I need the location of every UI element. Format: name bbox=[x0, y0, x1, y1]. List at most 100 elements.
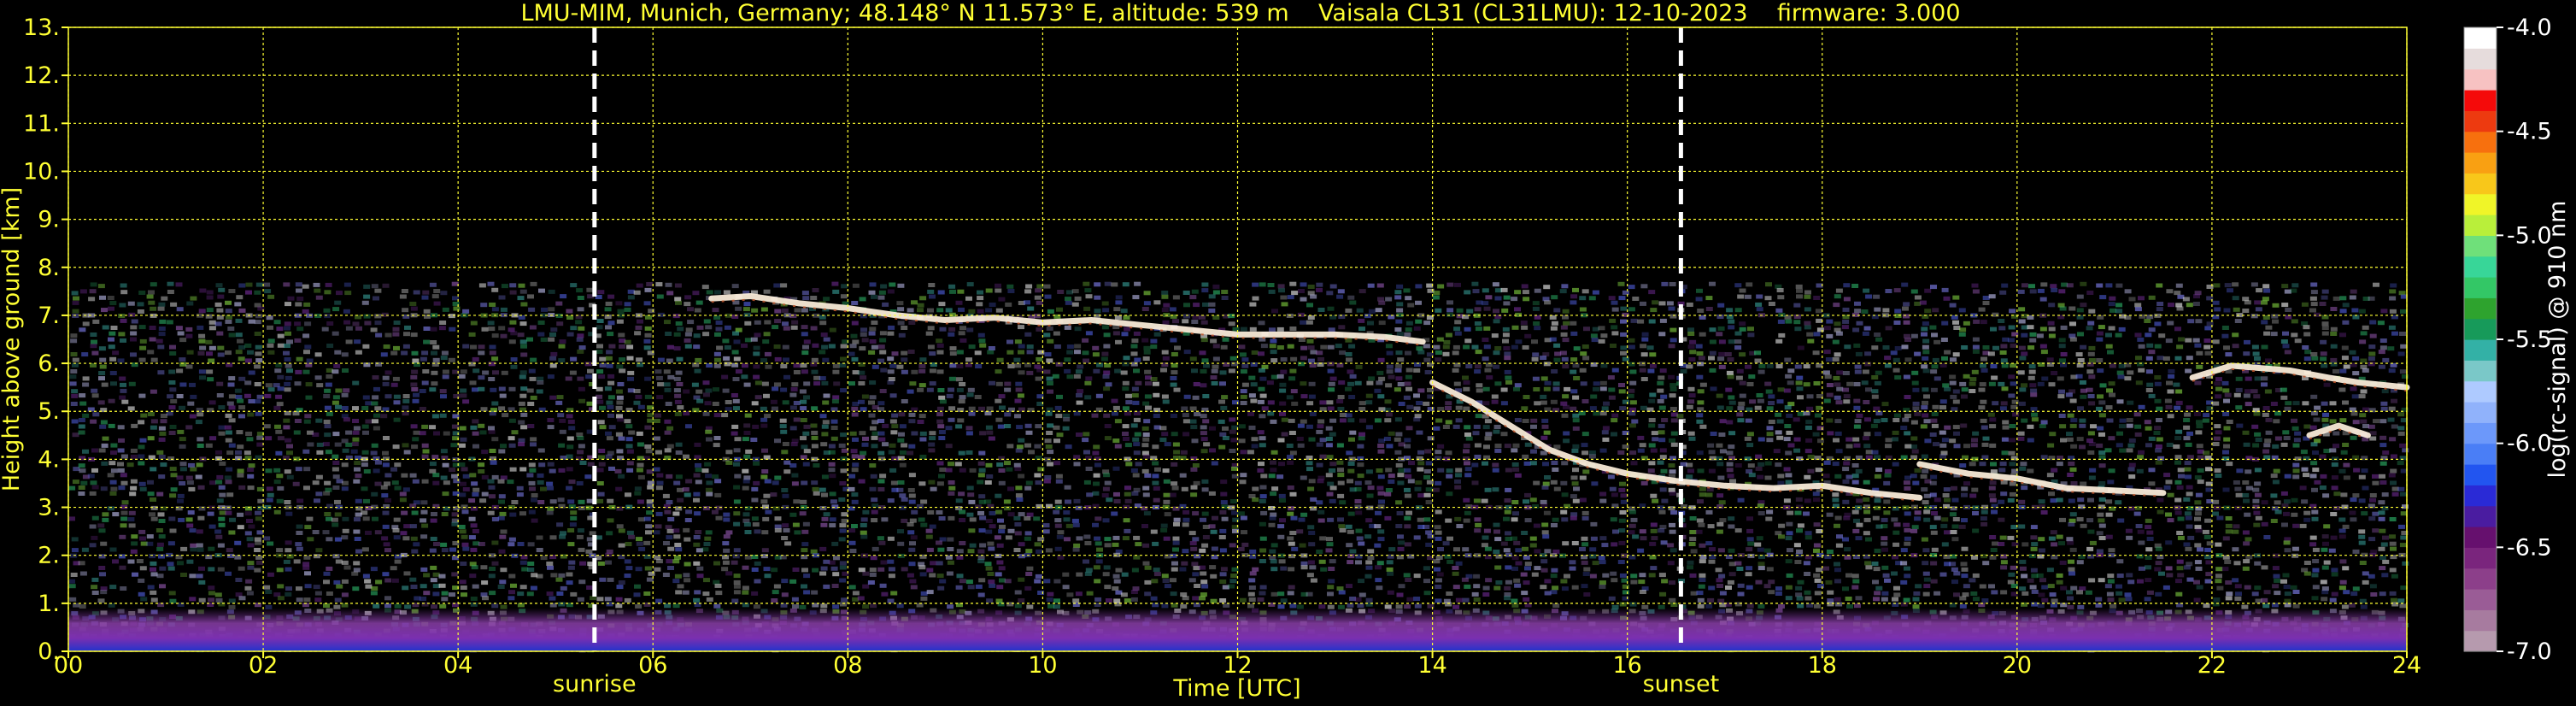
noise-cell bbox=[471, 565, 478, 570]
noise-cell bbox=[130, 455, 138, 459]
noise-cell bbox=[1347, 560, 1354, 565]
noise-cell bbox=[821, 424, 829, 429]
noise-cell bbox=[413, 290, 420, 295]
noise-cell bbox=[1325, 473, 1333, 478]
noise-cell bbox=[1192, 395, 1200, 400]
noise-cell bbox=[430, 578, 437, 583]
noise-cell bbox=[1385, 344, 1393, 349]
noise-cell bbox=[431, 414, 439, 419]
noise-cell bbox=[1493, 529, 1500, 534]
noise-cell bbox=[1016, 425, 1024, 430]
noise-cell bbox=[1357, 456, 1364, 461]
noise-cell bbox=[801, 480, 808, 485]
noise-cell bbox=[78, 561, 85, 566]
noise-cell bbox=[1503, 346, 1511, 350]
noise-cell bbox=[955, 498, 963, 503]
noise-cell bbox=[1150, 338, 1158, 344]
noise-cell bbox=[1173, 517, 1181, 522]
noise-cell bbox=[1240, 327, 1247, 332]
noise-cell bbox=[721, 374, 729, 379]
noise-cell bbox=[296, 586, 302, 591]
noise-cell bbox=[1182, 509, 1190, 515]
noise-cell bbox=[1131, 568, 1139, 573]
noise-cell bbox=[625, 444, 633, 449]
noise-cell bbox=[1093, 565, 1100, 570]
noise-cell bbox=[354, 537, 361, 541]
noise-cell bbox=[1065, 499, 1071, 504]
noise-cell bbox=[498, 406, 506, 411]
noise-cell bbox=[911, 300, 918, 305]
noise-cell bbox=[1182, 549, 1189, 554]
noise-cell bbox=[1192, 537, 1200, 542]
noise-cell bbox=[499, 511, 507, 516]
noise-cell bbox=[851, 468, 859, 473]
noise-cell bbox=[1445, 450, 1452, 456]
noise-cell bbox=[1132, 400, 1140, 405]
noise-cell bbox=[130, 485, 138, 491]
noise-cell bbox=[158, 437, 166, 442]
noise-cell bbox=[1248, 597, 1256, 602]
noise-cell bbox=[1454, 331, 1462, 336]
noise-cell bbox=[666, 426, 674, 431]
noise-cell bbox=[400, 531, 408, 536]
noise-cell bbox=[305, 395, 313, 400]
noise-cell bbox=[1100, 356, 1108, 362]
noise-cell bbox=[176, 475, 184, 480]
noise-cell bbox=[336, 291, 343, 296]
noise-cell bbox=[1348, 437, 1355, 442]
noise-cell bbox=[461, 467, 468, 472]
noise-cell bbox=[1394, 290, 1402, 295]
noise-cell bbox=[823, 393, 830, 398]
noise-cell bbox=[355, 326, 362, 331]
noise-cell bbox=[1163, 479, 1171, 484]
noise-cell bbox=[1357, 474, 1364, 479]
noise-cell bbox=[558, 358, 566, 363]
noise-cell bbox=[487, 479, 495, 484]
noise-cell bbox=[1004, 424, 1012, 428]
noise-cell bbox=[508, 418, 516, 423]
noise-cell bbox=[380, 485, 388, 490]
noise-cell bbox=[1474, 455, 1482, 459]
noise-cell bbox=[1512, 443, 1520, 448]
noise-cell bbox=[89, 543, 97, 548]
noise-cell bbox=[908, 473, 916, 478]
noise-cell bbox=[1345, 352, 1353, 356]
noise-cell bbox=[332, 522, 339, 527]
noise-cell bbox=[520, 344, 527, 349]
noise-cell bbox=[763, 393, 770, 398]
noise-cell bbox=[1220, 405, 1228, 410]
noise-cell bbox=[411, 369, 419, 374]
noise-cell bbox=[1004, 579, 1012, 584]
noise-cell bbox=[852, 283, 860, 288]
noise-cell bbox=[644, 326, 652, 331]
noise-cell bbox=[1142, 485, 1150, 491]
noise-cell bbox=[273, 320, 281, 325]
noise-cell bbox=[1433, 291, 1441, 296]
noise-cell bbox=[1433, 559, 1441, 564]
noise-cell bbox=[440, 394, 447, 399]
noise-cell bbox=[130, 479, 138, 484]
noise-cell bbox=[694, 511, 701, 516]
noise-cell bbox=[1354, 597, 1362, 602]
noise-cell bbox=[429, 387, 437, 392]
noise-cell bbox=[205, 443, 213, 448]
noise-cell bbox=[546, 562, 554, 566]
noise-cell bbox=[1492, 468, 1499, 473]
noise-cell bbox=[529, 468, 537, 473]
noise-cell bbox=[433, 542, 440, 546]
noise-cell bbox=[725, 460, 733, 465]
noise-cell bbox=[109, 371, 117, 375]
noise-cell bbox=[175, 326, 183, 331]
noise-cell bbox=[819, 350, 826, 355]
noise-cell bbox=[343, 388, 350, 393]
noise-cell bbox=[989, 583, 996, 588]
noise-cell bbox=[1514, 307, 1521, 312]
noise-cell bbox=[109, 301, 117, 305]
noise-cell bbox=[1183, 394, 1191, 399]
noise-cell bbox=[1355, 364, 1363, 369]
noise-cell bbox=[530, 585, 537, 591]
noise-cell bbox=[197, 325, 204, 330]
noise-cell bbox=[199, 288, 207, 293]
noise-cell bbox=[98, 346, 106, 351]
noise-cell bbox=[1162, 399, 1170, 404]
